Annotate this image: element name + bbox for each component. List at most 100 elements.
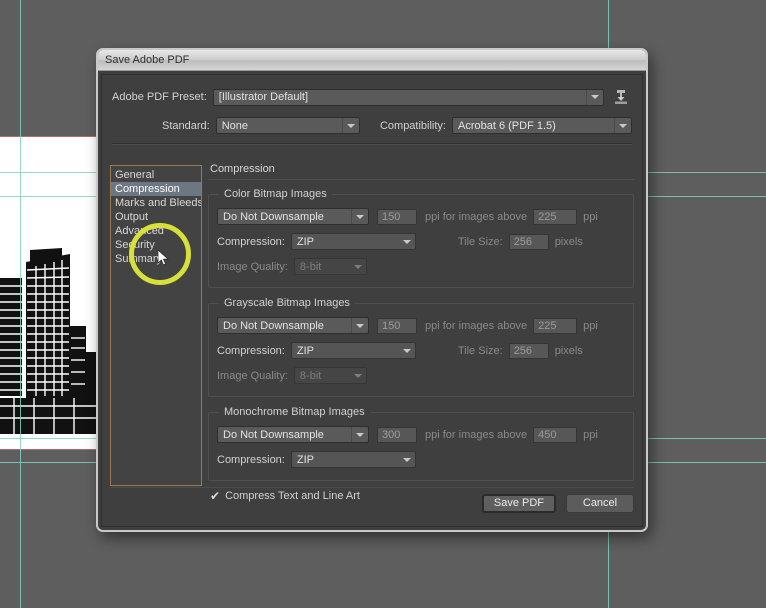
save-preset-icon[interactable] [612,88,630,106]
monochrome-ppi-input[interactable]: 300 [377,426,417,443]
preset-dropdown[interactable]: [Illustrator Default] [212,88,604,106]
sidebar-item-advanced[interactable]: Advanced [111,224,201,238]
downsample-row: Do Not Downsample 300 ppi for images abo… [217,422,625,447]
sidebar-item-general[interactable]: General [111,168,201,182]
image-quality-row: Image Quality: 8-bit [217,254,625,279]
group-legend: Grayscale Bitmap Images [224,297,350,309]
standard-value: None [221,119,248,132]
color-ppi-unit-label: ppi [583,210,598,223]
grayscale-image-quality-value: 8-bit [299,369,322,382]
monochrome-ppi-unit-label: ppi [583,428,598,441]
color-image-quality-label: Image Quality: [217,260,288,273]
panel-title: Compression [210,163,275,175]
city-line-art [0,248,104,448]
compression-row: Compression: ZIP Tile Size: 256 pixels [217,338,625,363]
sidebar-item-marks-and-bleeds[interactable]: Marks and Bleeds [111,196,201,210]
screen: Save Adobe PDF Adobe PDF Preset: [Illust… [0,0,766,608]
downsample-row: Do Not Downsample 150 ppi for images abo… [217,313,625,338]
grayscale-compression-label: Compression: [217,344,285,357]
grayscale-image-quality-label: Image Quality: [217,369,288,382]
header-divider [112,143,632,145]
group-legend: Monochrome Bitmap Images [224,406,365,418]
chevron-down-icon[interactable] [350,368,366,383]
monochrome-downsample-value: Do Not Downsample [223,428,324,441]
compression-row: Compression: ZIP Tile Size: 256 pixels [217,229,625,254]
grayscale-threshold-input[interactable]: 225 [533,317,578,334]
chevron-down-icon[interactable] [399,452,415,467]
grayscale-ppi-input[interactable]: 150 [377,317,417,334]
color-downsample-dropdown[interactable]: Do Not Downsample [217,208,369,225]
image-quality-row: Image Quality: 8-bit [217,363,625,388]
grayscale-downsample-value: Do Not Downsample [223,319,324,332]
color-ppi-mid-label: ppi for images above [425,210,528,223]
compatibility-label: Compatibility: [379,119,446,132]
monochrome-compression-label: Compression: [217,453,285,466]
chevron-down-icon[interactable] [350,259,366,274]
group-color-bitmap-images: Color Bitmap Images Do Not Downsample 15… [208,188,634,288]
chevron-down-icon[interactable] [341,118,359,133]
chevron-down-icon[interactable] [351,318,368,333]
grayscale-compression-value: ZIP [296,344,314,357]
grayscale-tile-unit-label: pixels [554,344,583,357]
compatibility-value: Acrobat 6 (PDF 1.5) [458,119,556,132]
dialog-footer: Save PDF Cancel [110,487,634,518]
chevron-down-icon[interactable] [399,234,415,249]
color-tile-size-label: Tile Size: [457,235,503,248]
group-monochrome-bitmap-images: Monochrome Bitmap Images Do Not Downsamp… [208,406,634,481]
grayscale-tile-size-label: Tile Size: [457,344,503,357]
preset-value: [Illustrator Default] [218,91,309,103]
color-threshold-input[interactable]: 225 [533,208,578,225]
panel-title-rule [208,179,634,180]
color-ppi-input[interactable]: 150 [377,208,417,225]
category-listbox[interactable]: General Compression Marks and Bleeds Out… [110,165,202,486]
monochrome-compression-dropdown[interactable]: ZIP [290,451,416,468]
chevron-down-icon[interactable] [586,89,603,105]
color-tile-size-input[interactable]: 256 [508,233,549,250]
standard-dropdown[interactable]: None [215,117,360,134]
grayscale-ppi-unit-label: ppi [583,319,598,332]
color-compression-value: ZIP [296,235,314,248]
grayscale-downsample-dropdown[interactable]: Do Not Downsample [217,317,369,334]
chevron-down-icon[interactable] [614,118,631,133]
dialog-split: General Compression Marks and Bleeds Out… [102,163,642,526]
color-tile-unit-label: pixels [554,235,583,248]
monochrome-downsample-dropdown[interactable]: Do Not Downsample [217,426,369,443]
color-compression-label: Compression: [217,235,285,248]
group-legend: Color Bitmap Images [224,188,327,200]
chevron-down-icon[interactable] [399,343,415,358]
monochrome-threshold-input[interactable]: 450 [533,426,578,443]
compression-row: Compression: ZIP [217,447,625,472]
monochrome-ppi-mid-label: ppi for images above [425,428,528,441]
sidebar-item-compression[interactable]: Compression [111,182,201,196]
grayscale-ppi-mid-label: ppi for images above [425,319,528,332]
dialog-title: Save Adobe PDF [105,54,190,66]
color-image-quality-value: 8-bit [299,260,322,273]
preset-label: Adobe PDF Preset: [112,91,207,103]
preset-row: Adobe PDF Preset: [Illustrator Default] [102,82,642,112]
standard-compatibility-row: Standard: None Compatibility: Acrobat 6 … [102,112,642,139]
group-grayscale-bitmap-images: Grayscale Bitmap Images Do Not Downsampl… [208,297,634,397]
compatibility-dropdown[interactable]: Acrobat 6 (PDF 1.5) [452,117,632,134]
compatibility-group: Compatibility: Acrobat 6 (PDF 1.5) [380,117,632,134]
downsample-row: Do Not Downsample 150 ppi for images abo… [217,204,625,229]
color-image-quality-dropdown[interactable]: 8-bit [293,258,367,275]
grayscale-image-quality-dropdown[interactable]: 8-bit [293,367,367,384]
monochrome-compression-value: ZIP [296,453,314,466]
chevron-down-icon[interactable] [351,427,368,442]
grayscale-compression-dropdown[interactable]: ZIP [290,342,416,359]
grayscale-tile-size-input[interactable]: 256 [508,342,549,359]
standard-label: Standard: [162,119,210,132]
compression-panel: Compression Color Bitmap Images Do Not D… [208,163,634,502]
color-compression-dropdown[interactable]: ZIP [290,233,416,250]
sidebar-item-security[interactable]: Security [111,238,201,252]
chevron-down-icon[interactable] [351,209,368,224]
color-downsample-value: Do Not Downsample [223,210,324,223]
sidebar-item-output[interactable]: Output [111,210,201,224]
cancel-button[interactable]: Cancel [566,493,634,513]
dialog-body: Adobe PDF Preset: [Illustrator Default] [101,74,643,527]
save-adobe-pdf-dialog: Save Adobe PDF Adobe PDF Preset: [Illust… [96,48,648,532]
save-pdf-button[interactable]: Save PDF [481,493,556,513]
guide-vertical-left [20,0,21,608]
dialog-titlebar[interactable]: Save Adobe PDF [98,50,646,71]
sidebar-item-summary[interactable]: Summary [111,252,201,266]
